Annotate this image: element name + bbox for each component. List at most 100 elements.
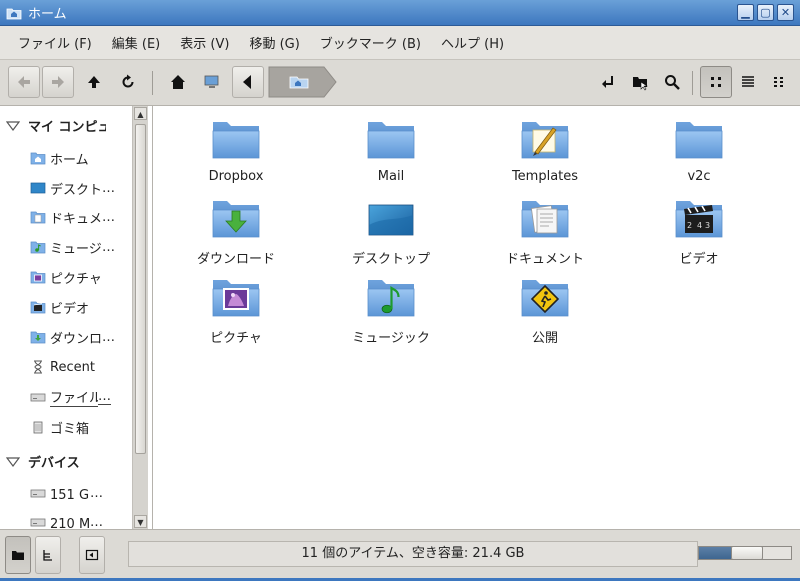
desktop-icon [368, 204, 414, 236]
sidebar: マイ コンピュータ ホーム デスクトップ… ドキュメント… ミュージック… ピク… [0, 106, 153, 529]
sidebar-item-pictures[interactable]: ピクチャ [30, 267, 130, 287]
scroll-down-arrow[interactable]: ▼ [134, 515, 147, 528]
sidebar-item-volume-210[interactable]: 210 MB ボリューム… [30, 512, 130, 529]
triangle-down-icon [6, 456, 20, 467]
section-title: マイ コンピュータ [28, 120, 106, 135]
computer-button[interactable] [196, 66, 228, 98]
sidebar-item-label: ピクチャ [50, 271, 102, 287]
file-label: 公開 [531, 331, 558, 346]
toolbar-separator [692, 71, 693, 95]
ellipsis: … [102, 329, 115, 345]
file-item-music[interactable]: ミュージック [316, 266, 466, 346]
icon-view-button[interactable] [700, 66, 732, 98]
menu-bookmarks[interactable]: ブックマーク (B) [310, 33, 431, 52]
tree-icon [43, 550, 52, 561]
minimize-button[interactable]: ▁ [737, 4, 754, 21]
file-item-templates[interactable]: Templates [470, 108, 620, 184]
breadcrumb-home[interactable] [268, 66, 338, 98]
drive-icon [30, 393, 46, 402]
breadcrumb-left-button[interactable] [232, 66, 264, 98]
close-button[interactable]: ✕ [777, 4, 794, 21]
public-folder-icon [521, 280, 569, 317]
menu-bar: ファイル (F) 編集 (E) 表示 (V) 移動 (G) ブックマーク (B)… [0, 26, 800, 60]
section-my-computer[interactable]: マイ コンピュータ [6, 116, 106, 135]
return-arrow-icon [602, 76, 613, 88]
maximize-button[interactable]: ▢ [757, 4, 774, 21]
triangle-left-icon [243, 75, 251, 89]
compact-view-button[interactable] [764, 66, 796, 98]
list-view-button[interactable] [732, 66, 764, 98]
documents-folder-icon [30, 211, 46, 224]
zoom-slider-fill [699, 547, 731, 559]
file-label: Dropbox [208, 169, 264, 184]
menu-help[interactable]: ヘルプ (H) [431, 33, 514, 52]
scroll-thumb[interactable] [135, 124, 146, 454]
videos-folder-icon: 243 [675, 201, 723, 238]
new-folder-button[interactable] [624, 66, 656, 98]
menu-go[interactable]: 移動 (G) [239, 33, 309, 52]
file-item-mail[interactable]: Mail [316, 108, 466, 184]
folder-icon [367, 122, 415, 159]
file-item-public[interactable]: 公開 [470, 266, 620, 346]
file-item-downloads[interactable]: ダウンロード [161, 187, 311, 267]
section-devices[interactable]: デバイス [6, 452, 80, 471]
menu-edit[interactable]: 編集 (E) [102, 33, 171, 52]
zoom-slider-handle[interactable] [731, 546, 763, 560]
sidebar-item-label: ビデオ [50, 301, 90, 317]
places-pane-button[interactable] [5, 536, 31, 574]
file-label: ドキュメント [505, 252, 584, 267]
file-item-pictures[interactable]: ピクチャ [161, 266, 311, 346]
desktop-icon [30, 182, 46, 194]
file-item-videos[interactable]: 243 ビデオ [624, 187, 774, 267]
up-button[interactable] [78, 66, 110, 98]
file-item-documents[interactable]: ドキュメント [470, 187, 620, 267]
file-label: ピクチャ [210, 331, 262, 346]
search-button[interactable] [656, 66, 688, 98]
sidebar-scrollbar[interactable]: ▲ ▼ [132, 106, 148, 529]
file-view[interactable]: Dropbox Mail Templates v2c ダウンロード デスクトップ… [153, 106, 800, 529]
music-folder-icon [367, 280, 415, 317]
ellipsis: … [98, 389, 111, 405]
zoom-slider[interactable] [698, 546, 792, 560]
sidebar-item-label: ゴミ箱 [50, 421, 90, 437]
sidebar-item-music[interactable]: ミュージック… [30, 237, 130, 257]
sidebar-item-videos[interactable]: ビデオ [30, 297, 130, 317]
scroll-up-arrow[interactable]: ▲ [134, 107, 147, 120]
home-folder-icon [6, 8, 22, 19]
toolbar [0, 60, 800, 106]
sidebar-item-documents[interactable]: ドキュメント… [30, 207, 130, 227]
sidebar-item-label: ミュージック [50, 241, 102, 257]
documents-folder-icon [521, 201, 569, 238]
toolbar-separator [152, 71, 153, 95]
forward-button[interactable] [42, 66, 74, 98]
file-label: ダウンロード [196, 252, 275, 267]
sidebar-item-label: 151 GB ボリューム [50, 487, 90, 503]
sidebar-item-home[interactable]: ホーム [30, 148, 130, 168]
sidebar-item-recent[interactable]: Recent [30, 357, 130, 377]
sidebar-item-desktop[interactable]: デスクトップ… [30, 178, 130, 198]
search-icon [665, 75, 680, 90]
sidebar-item-downloads[interactable]: ダウンロード… [30, 327, 130, 347]
trash-icon [33, 421, 43, 434]
file-item-v2c[interactable]: v2c [624, 108, 774, 184]
section-title: デバイス [28, 456, 80, 471]
file-item-dropbox[interactable]: Dropbox [161, 108, 311, 184]
open-terminal-button[interactable] [592, 66, 624, 98]
status-text: 11 個のアイテム、空き容量: 21.4 GB [128, 541, 698, 567]
folder-icon [212, 122, 260, 159]
back-button[interactable] [8, 66, 40, 98]
file-item-desktop[interactable]: デスクトップ [316, 187, 466, 267]
hide-sidebar-button[interactable] [79, 536, 105, 574]
home-button[interactable] [162, 66, 194, 98]
tree-pane-button[interactable] [35, 536, 61, 574]
sidebar-item-trash[interactable]: ゴミ箱 [30, 417, 130, 437]
menu-file[interactable]: ファイル (F) [8, 33, 102, 52]
menu-view[interactable]: 表示 (V) [170, 33, 239, 52]
ellipsis: … [102, 239, 115, 255]
sidebar-item-volume-151[interactable]: 151 GB ボリューム… [30, 483, 130, 503]
reload-button[interactable] [112, 66, 144, 98]
sidebar-item-filesystem[interactable]: ファイルシステム… [30, 387, 130, 407]
status-bar: 11 個のアイテム、空き容量: 21.4 GB [0, 529, 800, 581]
title-bar[interactable]: ホーム ▁ ▢ ✕ [0, 0, 800, 26]
up-arrow-icon [88, 76, 100, 88]
